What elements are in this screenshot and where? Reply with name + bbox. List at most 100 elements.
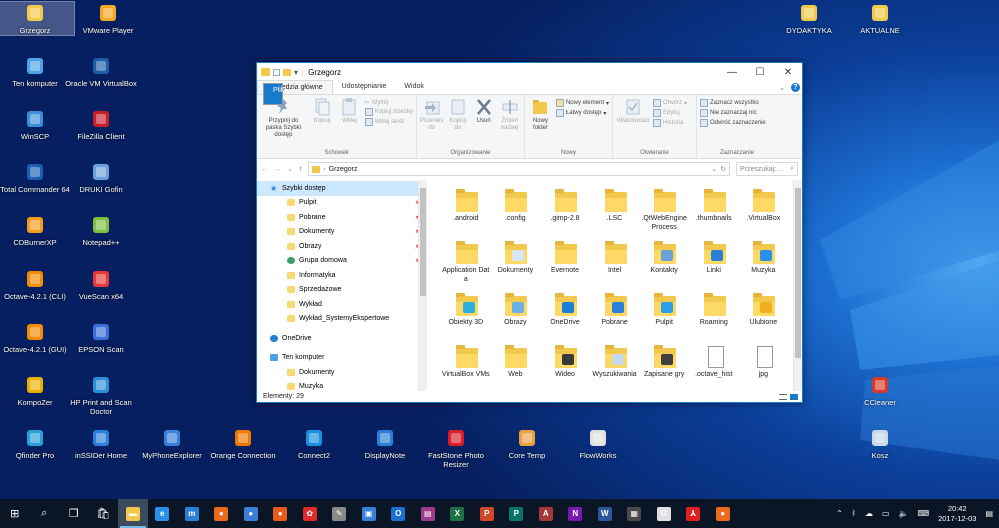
file-item[interactable]: Obrazy bbox=[491, 292, 541, 344]
file-item[interactable]: Pobrane bbox=[590, 292, 640, 344]
title-bar[interactable]: ▾ | Grzegorz — ☐ ✕ bbox=[257, 63, 802, 81]
taskbar-button[interactable]: ⌕ bbox=[30, 499, 60, 528]
chevron-up-icon[interactable]: ⌃ bbox=[836, 509, 843, 518]
taskbar-button[interactable]: m bbox=[177, 499, 207, 528]
nav-item[interactable]: Ten komputer bbox=[257, 351, 427, 366]
nav-item[interactable]: Pobrane📌 bbox=[257, 210, 427, 225]
clock[interactable]: 20:42 2017-12-03 bbox=[938, 504, 976, 524]
desktop-shortcut[interactable]: EPSON Scan bbox=[62, 321, 140, 354]
taskbar-button[interactable]: ● bbox=[207, 499, 237, 528]
file-item[interactable]: Application Data bbox=[441, 240, 491, 292]
nav-item[interactable]: Informatyka bbox=[257, 268, 427, 283]
delete-button[interactable]: Usuń bbox=[472, 97, 495, 150]
copy-to-button[interactable]: Kopiuj do bbox=[446, 97, 469, 150]
properties-quick-icon[interactable] bbox=[273, 68, 280, 76]
desktop-shortcut[interactable]: FileZilla Client bbox=[62, 108, 140, 141]
desktop-shortcut[interactable]: MyPhoneExplorer bbox=[133, 427, 211, 460]
large-icons-view-icon[interactable] bbox=[790, 393, 798, 400]
nav-item[interactable]: OneDrive bbox=[257, 331, 427, 346]
nav-item[interactable]: Grupa domowa📌 bbox=[257, 254, 427, 269]
taskbar-button[interactable]: ⊞ bbox=[0, 499, 30, 528]
desktop-shortcut[interactable]: DYDAKTYKA bbox=[770, 2, 848, 35]
breadcrumb[interactable]: Grzegorz bbox=[329, 166, 358, 173]
copy-button[interactable]: Kopiuj bbox=[310, 97, 334, 150]
taskbar-button[interactable]: ✿ bbox=[295, 499, 325, 528]
taskbar-button[interactable]: P bbox=[472, 499, 502, 528]
file-item[interactable]: Wideo bbox=[540, 344, 590, 391]
desktop-shortcut[interactable]: Oracle VM VirtualBox bbox=[62, 55, 140, 88]
taskbar-button[interactable]: e bbox=[148, 499, 178, 528]
onedrive-tray-icon[interactable]: ☁ bbox=[865, 509, 873, 518]
maximize-button[interactable]: ☐ bbox=[746, 63, 774, 81]
desktop-shortcut[interactable]: inSSIDer Home bbox=[62, 427, 140, 460]
desktop-shortcut[interactable]: FastStone Photo Resizer bbox=[417, 427, 495, 469]
file-item[interactable]: Evernote bbox=[540, 240, 590, 292]
desktop-shortcut[interactable]: Connect2 bbox=[275, 427, 353, 460]
chevron-down-icon[interactable]: ⌄ bbox=[779, 84, 785, 92]
forward-arrow-icon[interactable]: → bbox=[274, 166, 281, 173]
move-to-button[interactable]: Przenieś do bbox=[420, 97, 443, 150]
taskbar-button[interactable]: ❐ bbox=[59, 499, 89, 528]
taskbar-button[interactable]: ✎ bbox=[325, 499, 355, 528]
nav-scrollbar[interactable] bbox=[418, 180, 427, 391]
file-item[interactable]: Intel bbox=[590, 240, 640, 292]
help-icon[interactable]: ? bbox=[791, 83, 800, 92]
edit-button[interactable]: Edytuj bbox=[653, 109, 687, 117]
desktop-shortcut[interactable]: Orange Connection bbox=[204, 427, 282, 460]
copy-path-button[interactable]: Kopiuj ścieżkę bbox=[364, 108, 413, 116]
tab-view[interactable]: Widok bbox=[395, 80, 432, 94]
taskbar-button[interactable]: ● bbox=[236, 499, 266, 528]
file-item[interactable]: Linki bbox=[689, 240, 739, 292]
desktop-shortcut[interactable]: FlowWorks bbox=[559, 427, 637, 460]
address-bar[interactable]: › Grzegorz ⌄ ↻ bbox=[308, 162, 730, 176]
nav-item[interactable]: Pulpit📌 bbox=[257, 196, 427, 211]
desktop-shortcut[interactable]: HP Print and Scan Doctor bbox=[62, 374, 140, 416]
back-arrow-icon[interactable]: ← bbox=[261, 166, 268, 173]
file-item[interactable]: Pulpit bbox=[639, 292, 689, 344]
rename-button[interactable]: Zmień nazwę bbox=[498, 97, 521, 150]
volume-icon[interactable]: 🔈 bbox=[899, 509, 909, 518]
file-item[interactable]: Roaming bbox=[689, 292, 739, 344]
file-item[interactable]: Obiekty 3D bbox=[441, 292, 491, 344]
taskbar-button[interactable]: ▦ bbox=[620, 499, 650, 528]
select-all-button[interactable]: Zaznacz wszystko bbox=[700, 99, 766, 107]
taskbar-button[interactable]: O bbox=[384, 499, 414, 528]
taskbar-button[interactable]: ⅄ bbox=[679, 499, 709, 528]
taskbar-button[interactable]: ● bbox=[266, 499, 296, 528]
new-folder-quick-icon[interactable] bbox=[283, 68, 291, 76]
customize-quick-access-icon[interactable]: ▾ bbox=[294, 68, 298, 77]
history-button[interactable]: Historia bbox=[653, 119, 687, 127]
nav-item[interactable]: Wykład_SystemyEkspertowe bbox=[257, 312, 427, 327]
keyboard-icon[interactable]: ⌨ bbox=[918, 509, 930, 518]
open-button[interactable]: Otwórz ▾ bbox=[653, 99, 687, 107]
refresh-icon[interactable]: ↻ bbox=[720, 165, 726, 173]
tab-file[interactable]: Plik bbox=[263, 83, 284, 105]
desktop-shortcut[interactable]: VMware Player bbox=[69, 2, 147, 35]
nav-item[interactable]: Dokumenty📌 bbox=[257, 225, 427, 240]
desktop-shortcut[interactable]: VueScan x64 bbox=[62, 268, 140, 301]
file-item[interactable]: Muzyka bbox=[739, 240, 789, 292]
desktop-shortcut[interactable]: DisplayNote bbox=[346, 427, 424, 460]
file-item[interactable]: Web bbox=[491, 344, 541, 391]
new-folder-button[interactable]: Nowy folder bbox=[528, 97, 553, 150]
easy-access-button[interactable]: Łatwy dostęp ▾ bbox=[555, 109, 609, 117]
file-item[interactable]: Ulubione bbox=[739, 292, 789, 344]
close-button[interactable]: ✕ bbox=[774, 63, 802, 81]
file-item[interactable]: Zapisane gry bbox=[639, 344, 689, 391]
taskbar-button[interactable]: ▬ bbox=[118, 499, 148, 528]
search-box[interactable]: Przeszukaj:... ⌕ bbox=[736, 162, 798, 176]
file-item[interactable]: .LSC bbox=[590, 188, 640, 240]
new-item-button[interactable]: Nowy element ▾ bbox=[555, 99, 609, 107]
taskbar-button[interactable]: X bbox=[443, 499, 473, 528]
paste-button[interactable]: Wklej bbox=[337, 97, 361, 150]
network-icon[interactable]: ▭ bbox=[882, 509, 890, 518]
tab-share[interactable]: Udostępnianie bbox=[333, 80, 396, 94]
file-item[interactable]: Dokumenty bbox=[491, 240, 541, 292]
nav-item[interactable]: Sprzedażowe bbox=[257, 283, 427, 298]
desktop-shortcut[interactable]: Core Temp bbox=[488, 427, 566, 460]
nav-item[interactable]: Obrazy📌 bbox=[257, 239, 427, 254]
file-item[interactable]: Wyszukiwania bbox=[590, 344, 640, 391]
file-item[interactable]: Kontakty bbox=[639, 240, 689, 292]
file-item[interactable]: jpg bbox=[739, 344, 789, 391]
invert-selection-button[interactable]: Odwróć zaznaczenie bbox=[700, 119, 766, 127]
